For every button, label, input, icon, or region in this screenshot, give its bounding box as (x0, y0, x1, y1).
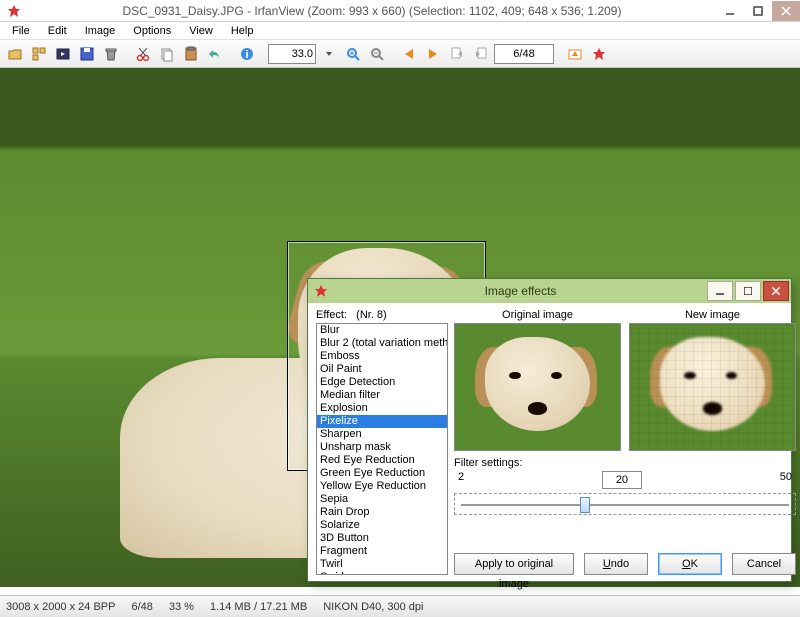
effect-item[interactable]: Swirl (317, 571, 447, 575)
effect-list[interactable]: BlurBlur 2 (total variation method)Embos… (316, 323, 448, 575)
apply-button[interactable]: Apply to original image (454, 553, 574, 575)
page-input[interactable] (494, 44, 554, 64)
paste-icon[interactable] (180, 43, 202, 65)
original-preview (454, 323, 621, 451)
effect-item[interactable]: Sharpen (317, 428, 447, 441)
undo-button[interactable]: Undo (584, 553, 648, 575)
menu-help[interactable]: Help (223, 23, 262, 39)
menu-options[interactable]: Options (125, 23, 179, 39)
toolbar: i (0, 40, 800, 68)
dialog-title: Image effects (334, 284, 707, 298)
effect-item[interactable]: Sepia (317, 493, 447, 506)
maximize-button[interactable] (744, 1, 772, 21)
effect-item[interactable]: Blur 2 (total variation method) (317, 337, 447, 350)
zoom-out-icon[interactable] (366, 43, 388, 65)
ok-button[interactable]: OK (658, 553, 722, 575)
window-title: DSC_0931_Daisy.JPG - IrfanView (Zoom: 99… (28, 4, 716, 18)
prev-page-icon[interactable] (446, 43, 468, 65)
effect-item[interactable]: Green Eye Reduction (317, 467, 447, 480)
undo-icon[interactable] (204, 43, 226, 65)
dialog-titlebar[interactable]: Image effects (308, 279, 791, 303)
copy-icon[interactable] (156, 43, 178, 65)
save-icon[interactable] (76, 43, 98, 65)
filter-slider[interactable] (454, 493, 796, 515)
slider-value-input[interactable] (602, 471, 642, 489)
cut-icon[interactable] (132, 43, 154, 65)
effect-item[interactable]: Fragment (317, 545, 447, 558)
new-image-label: New image (629, 309, 796, 321)
minimize-button[interactable] (716, 1, 744, 21)
thumbnails-icon[interactable] (28, 43, 50, 65)
info-icon[interactable]: i (236, 43, 258, 65)
effect-label: Effect: (Nr. 8) (316, 309, 448, 321)
prev-icon[interactable] (398, 43, 420, 65)
status-zoom: 33 % (169, 601, 194, 613)
effect-item[interactable]: Oil Paint (317, 363, 447, 376)
image-effects-dialog: Image effects Effect: (Nr. 8) BlurBlur 2… (307, 278, 792, 582)
status-page: 6/48 (131, 601, 152, 613)
effect-item[interactable]: Unsharp mask (317, 441, 447, 454)
menu-image[interactable]: Image (77, 23, 124, 39)
effect-item[interactable]: 3D Button (317, 532, 447, 545)
status-camera: NIKON D40, 300 dpi (323, 601, 423, 613)
dialog-minimize-button[interactable] (707, 281, 733, 301)
status-filesize: 1.14 MB / 17.21 MB (210, 601, 307, 613)
slider-max-label: 50 (780, 471, 792, 489)
effect-item[interactable]: Red Eye Reduction (317, 454, 447, 467)
menubar: File Edit Image Options View Help (0, 22, 800, 40)
cancel-button[interactable]: Cancel (732, 553, 796, 575)
slider-thumb[interactable] (580, 497, 590, 513)
effect-item[interactable]: Edge Detection (317, 376, 447, 389)
effect-item[interactable]: Median filter (317, 389, 447, 402)
status-dimensions: 3008 x 2000 x 24 BPP (6, 601, 115, 613)
delete-icon[interactable] (100, 43, 122, 65)
slideshow-icon[interactable] (52, 43, 74, 65)
app-icon (6, 3, 22, 19)
statusbar: 3008 x 2000 x 24 BPP 6/48 33 % 1.14 MB /… (0, 595, 800, 617)
dialog-maximize-button[interactable] (735, 281, 761, 301)
new-preview (629, 323, 796, 451)
dialog-app-icon (314, 284, 328, 298)
main-titlebar: DSC_0931_Daisy.JPG - IrfanView (Zoom: 99… (0, 0, 800, 22)
dialog-close-button[interactable] (763, 281, 789, 301)
svg-text:i: i (245, 49, 248, 61)
zoom-input[interactable] (268, 44, 316, 64)
menu-view[interactable]: View (181, 23, 221, 39)
irfanview-icon[interactable] (588, 43, 610, 65)
effect-item[interactable]: Yellow Eye Reduction (317, 480, 447, 493)
close-button[interactable] (772, 1, 800, 21)
next-icon[interactable] (422, 43, 444, 65)
effect-item[interactable]: Emboss (317, 350, 447, 363)
filter-settings-label: Filter settings: (454, 457, 796, 469)
effect-item[interactable]: Rain Drop (317, 506, 447, 519)
menu-edit[interactable]: Edit (40, 23, 75, 39)
effect-item[interactable]: Pixelize (317, 415, 447, 428)
zoom-in-icon[interactable] (342, 43, 364, 65)
effect-item[interactable]: Twirl (317, 558, 447, 571)
open-icon[interactable] (4, 43, 26, 65)
effect-item[interactable]: Solarize (317, 519, 447, 532)
next-page-icon[interactable] (470, 43, 492, 65)
acquire-icon[interactable] (564, 43, 586, 65)
zoom-dropdown-icon[interactable] (318, 43, 340, 65)
slider-min-label: 2 (458, 471, 464, 489)
effect-item[interactable]: Explosion (317, 402, 447, 415)
original-image-label: Original image (454, 309, 621, 321)
menu-file[interactable]: File (4, 23, 38, 39)
effect-item[interactable]: Blur (317, 324, 447, 337)
